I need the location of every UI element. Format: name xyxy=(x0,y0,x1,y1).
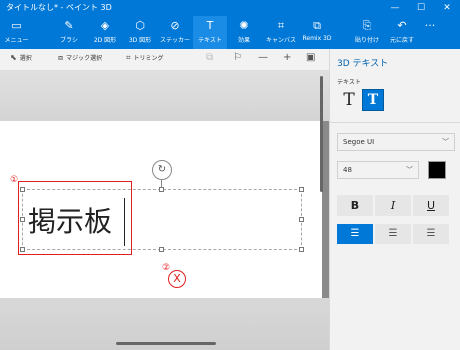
flag-icon[interactable]: ⚐ xyxy=(233,52,242,63)
font-size-value: 48 xyxy=(343,166,352,174)
panel-subtitle: テキスト xyxy=(337,79,361,86)
resize-handle-br[interactable] xyxy=(299,247,304,252)
undo-button[interactable]: ↶ 元に戻す xyxy=(384,16,420,49)
3d-shapes-label: 3D 図形 xyxy=(128,37,152,44)
canvas-label: キャンバス xyxy=(265,37,296,44)
annotation-2: ② xyxy=(162,263,171,273)
annotation-1: ① xyxy=(10,175,19,185)
close-button[interactable]: ✕ xyxy=(434,0,460,16)
stickers-label: ステッカー xyxy=(159,37,190,44)
horizontal-scrollbar[interactable] xyxy=(116,342,216,345)
3d-shapes-button[interactable]: ⬡ 3D 図形 xyxy=(123,16,157,49)
text-panel: 3D テキスト テキスト T T Segoe UI ﹀ 48 ﹀ B I U ☰… xyxy=(329,49,460,350)
magic-select-icon: ⧈ xyxy=(58,53,64,62)
magic-select-tool[interactable]: ⧈ マジック選択 xyxy=(58,53,102,63)
selection-toolbar: ⬉ 選択 ⧈ マジック選択 ⌗ トリミング ⧉ ⚐ — + ▣ xyxy=(0,49,329,71)
remix3d-icon: ⧉ xyxy=(313,19,321,32)
crop-label: トリミング xyxy=(133,55,164,62)
paste-label: 貼り付け xyxy=(354,37,379,44)
canvas-button[interactable]: ⌗ キャンバス xyxy=(262,16,300,49)
chevron-down-icon: ﹀ xyxy=(406,166,413,174)
remix3d-button[interactable]: ⧉ Remix 3D xyxy=(300,16,334,49)
align-left-icon[interactable]: ☰ xyxy=(337,224,373,244)
bold-button[interactable]: B xyxy=(337,195,373,216)
paste-icon: ⎘ xyxy=(362,19,372,32)
crop-tool[interactable]: ⌗ トリミング xyxy=(126,53,164,63)
more-button[interactable]: ··· xyxy=(422,16,438,49)
chevron-down-icon: ﹀ xyxy=(442,138,449,146)
zoom-out-icon[interactable]: — xyxy=(258,52,268,63)
2d-shapes-label: 2D 図形 xyxy=(93,37,117,44)
resize-handle-right[interactable] xyxy=(299,217,304,222)
maximize-button[interactable]: ☐ xyxy=(408,0,434,16)
align-center-icon[interactable]: ☰ xyxy=(375,224,411,244)
workspace-top xyxy=(0,71,329,121)
crop-icon: ⌗ xyxy=(126,53,131,62)
resize-handle-bottom[interactable] xyxy=(159,247,164,252)
sticker-icon: ⊘ xyxy=(170,19,180,32)
effects-button[interactable]: ✺ 効果 xyxy=(229,16,259,49)
panel-title: 3D テキスト xyxy=(337,59,389,69)
pointer-icon: ⬉ xyxy=(10,53,17,62)
view-image-icon[interactable]: ▣ xyxy=(306,52,315,63)
2d-shapes-button[interactable]: ◈ 2D 図形 xyxy=(88,16,122,49)
vertical-scrollbar[interactable] xyxy=(320,76,323,192)
annotation-box xyxy=(18,181,132,255)
brush-label: ブラシ xyxy=(60,37,78,44)
select-tool[interactable]: ⬉ 選択 xyxy=(10,53,32,62)
3d-text-icon[interactable]: T xyxy=(362,89,384,111)
annotation-x-icon: X xyxy=(168,270,186,288)
italic-button[interactable]: I xyxy=(375,195,411,216)
folder-icon: ▭ xyxy=(11,19,22,32)
text-color-swatch[interactable] xyxy=(428,161,446,179)
font-size-dropdown[interactable]: 48 ﹀ xyxy=(337,161,419,179)
more-icon: ··· xyxy=(424,19,436,32)
ribbon: ▭ メニュー ✎ ブラシ ◈ 2D 図形 ⬡ 3D 図形 ⊘ ステッカー T テ… xyxy=(0,16,460,49)
menu-label: メニュー xyxy=(4,37,29,44)
zoom-in-icon[interactable]: + xyxy=(283,52,291,63)
paste-button[interactable]: ⎘ 貼り付け xyxy=(352,16,382,49)
undo-label: 元に戻す xyxy=(389,37,414,44)
text-button[interactable]: T テキスト xyxy=(193,16,227,49)
canvas-icon: ⌗ xyxy=(277,19,285,32)
text-label: テキスト xyxy=(198,37,222,44)
copy-icon[interactable]: ⧉ xyxy=(206,52,213,63)
select-label: 選択 xyxy=(19,55,32,62)
align-right-icon[interactable]: ☰ xyxy=(413,224,449,244)
2d-shapes-icon: ◈ xyxy=(100,19,110,32)
resize-handle-tr[interactable] xyxy=(299,187,304,192)
window-title: タイトルなし* - ペイント 3D xyxy=(6,3,112,12)
rotate-handle-icon[interactable]: ↻ xyxy=(152,160,172,180)
font-family-value: Segoe UI xyxy=(343,138,375,146)
panel-divider xyxy=(330,122,460,123)
underline-button[interactable]: U xyxy=(413,195,449,216)
effects-icon: ✺ xyxy=(239,19,249,32)
3d-shapes-icon: ⬡ xyxy=(135,19,145,32)
effects-label: 効果 xyxy=(237,37,250,44)
undo-icon: ↶ xyxy=(397,19,407,32)
2d-text-icon[interactable]: T xyxy=(339,89,359,111)
resize-handle-top[interactable] xyxy=(159,187,164,192)
magic-select-label: マジック選択 xyxy=(66,55,103,62)
stickers-button[interactable]: ⊘ ステッカー xyxy=(157,16,193,49)
minimize-button[interactable]: — xyxy=(382,0,408,16)
remix3d-label: Remix 3D xyxy=(302,35,332,42)
brush-icon: ✎ xyxy=(64,19,74,32)
font-family-dropdown[interactable]: Segoe UI ﹀ xyxy=(337,133,455,151)
brush-button[interactable]: ✎ ブラシ xyxy=(52,16,86,49)
text-icon: T xyxy=(206,19,214,32)
menu-button[interactable]: ▭ メニュー xyxy=(0,16,33,49)
title-bar: タイトルなし* - ペイント 3D — ☐ ✕ xyxy=(0,0,460,16)
